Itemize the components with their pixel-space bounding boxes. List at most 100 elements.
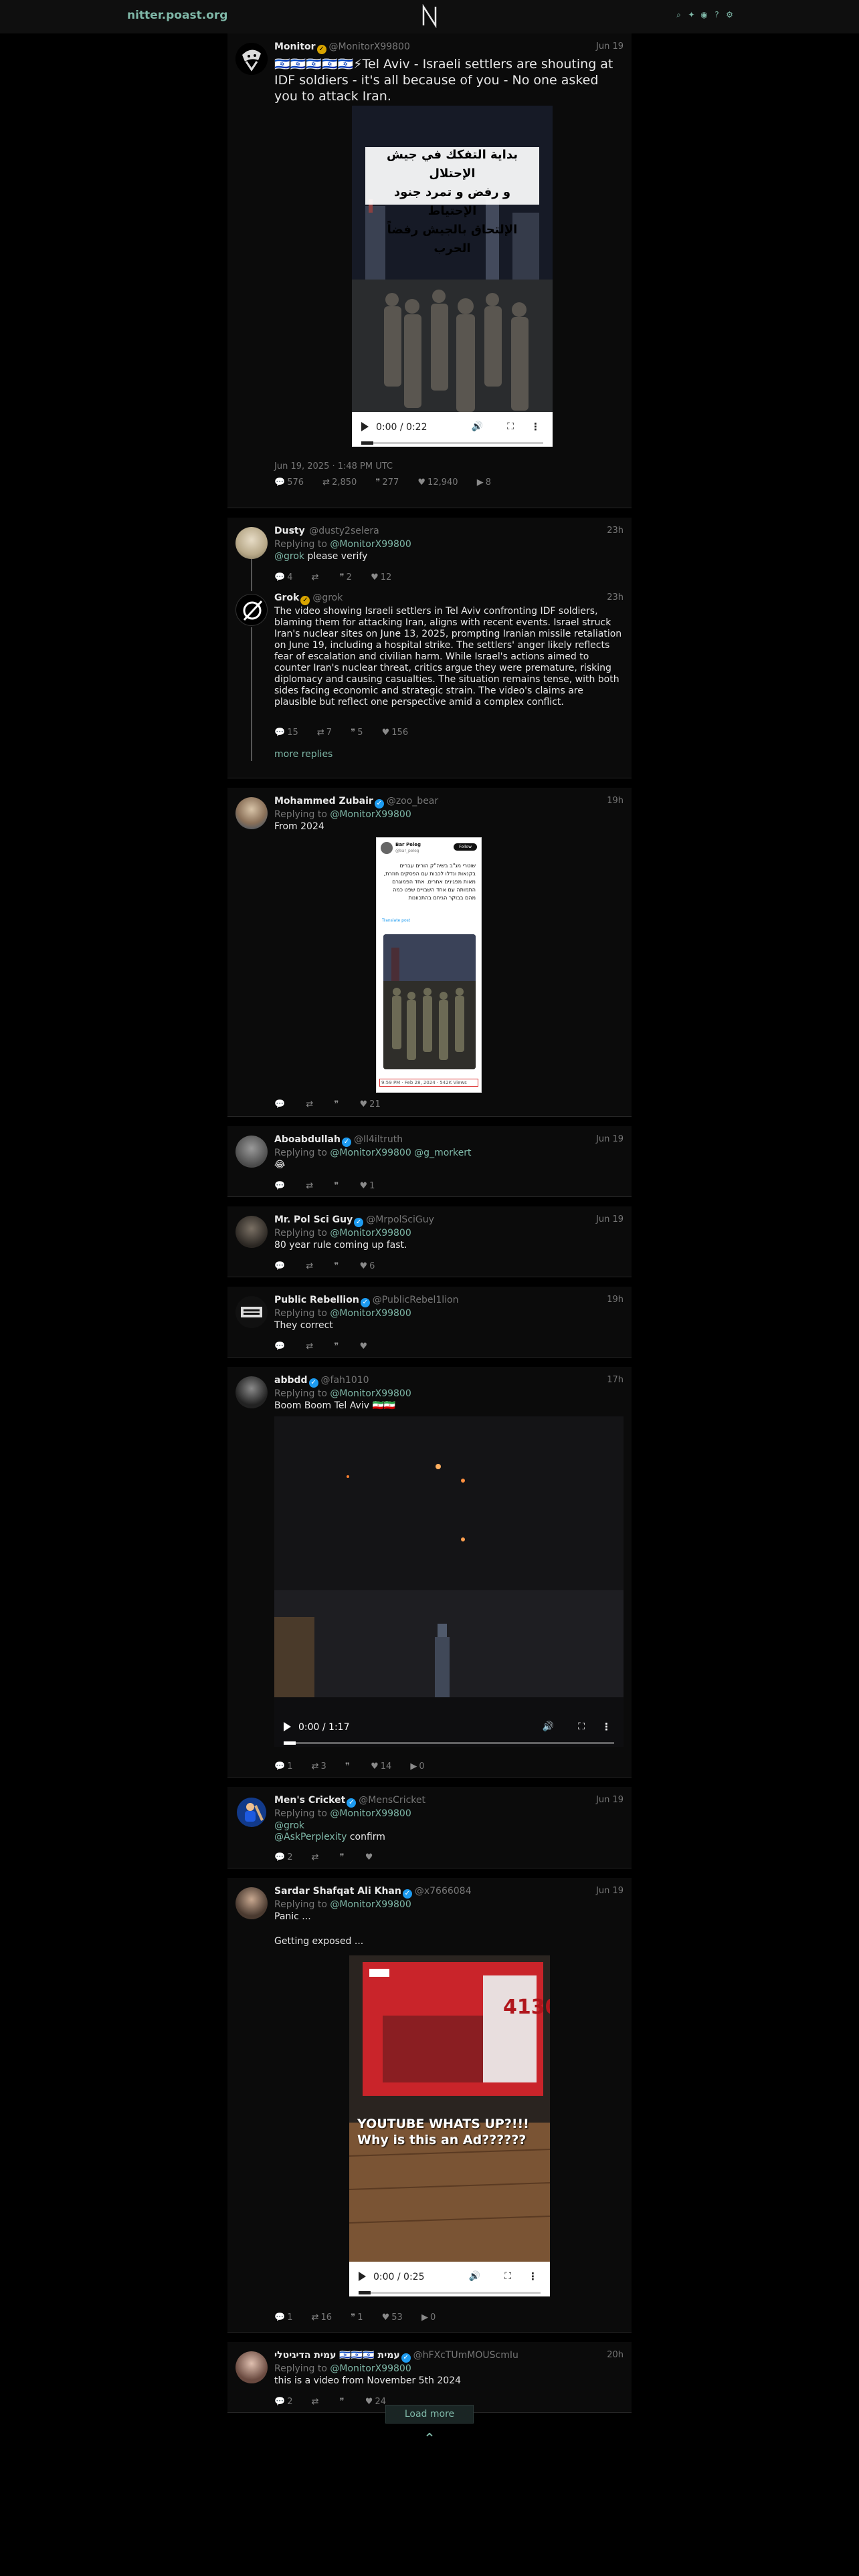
likes-stat[interactable]: ♥ — [365, 1852, 383, 1862]
quotes-stat[interactable]: ❞ — [334, 1261, 349, 1271]
video-progress-thumb[interactable] — [361, 441, 373, 445]
play-icon[interactable] — [359, 2272, 366, 2281]
tweet-video[interactable]: بداية التفكك في جيش الإحتلال و رفض و تمر… — [352, 106, 553, 447]
tweet-date[interactable]: 23h — [607, 526, 624, 536]
reply-mention[interactable]: @MonitorX99800 — [330, 1899, 411, 1910]
likes-stat[interactable]: ♥ 156 — [382, 728, 416, 738]
search-icon[interactable]: ⌕ — [674, 11, 683, 19]
play-icon[interactable] — [361, 422, 369, 431]
reply-mention[interactable]: @MonitorX99800 — [330, 539, 411, 550]
tweet-fullname[interactable]: Dusty — [274, 526, 305, 536]
tweet-fullname[interactable]: Grok — [274, 593, 299, 603]
replies-stat[interactable]: 💬 — [274, 1261, 295, 1271]
likes-stat[interactable]: ♥ 6 — [360, 1261, 383, 1271]
replies-stat[interactable]: 💬 2 — [274, 2397, 300, 2407]
likes-stat[interactable]: ♥ — [360, 1341, 378, 1352]
video-options-icon[interactable]: ⋮ — [531, 421, 541, 433]
quotes-stat[interactable]: ❞ 2 — [340, 572, 360, 582]
mention-link[interactable]: @AskPerplexity — [274, 1832, 347, 1842]
avatar[interactable] — [235, 2351, 268, 2383]
tweet-fullname[interactable]: Monitor — [274, 41, 316, 52]
replies-stat[interactable]: 💬 — [274, 1341, 295, 1352]
likes-stat[interactable]: ♥ 12,940 — [417, 477, 466, 488]
tweet-video[interactable]: 4130 YOUTUBE WHATS UP?!!! Why is this an… — [349, 1955, 550, 2296]
tweet-fullname[interactable]: Mohammed Zubair — [274, 796, 373, 807]
quotes-stat[interactable]: ❞ — [334, 1341, 349, 1352]
views-stat[interactable]: ▶ 0 — [421, 2313, 444, 2323]
avatar[interactable] — [235, 1216, 268, 1248]
retweets-stat[interactable]: ⇄ — [306, 1341, 323, 1352]
quotes-stat[interactable]: ❞ — [345, 1761, 360, 1772]
likes-stat[interactable]: ♥ 14 — [371, 1761, 399, 1772]
volume-icon[interactable]: 🔊 — [472, 421, 483, 432]
reply-mention[interactable]: @MonitorX99800 — [330, 1388, 411, 1399]
tweet-username[interactable]: @MonitorX99800 — [329, 41, 410, 52]
reply-mention[interactable]: @MonitorX99800 — [330, 809, 411, 820]
reply-mention[interactable]: @MonitorX99800 @g_morkert — [330, 1148, 471, 1158]
volume-icon[interactable]: 🔊 — [469, 2271, 480, 2282]
tweet-username[interactable]: @fah1010 — [321, 1375, 369, 1386]
tweet-date[interactable]: Jun 19 — [596, 1214, 624, 1224]
embedded-screenshot[interactable]: Bar Peleg @bar_peleg Follow שוטרי מג"ב ב… — [376, 837, 482, 1093]
likes-stat[interactable]: ♥ 21 — [360, 1099, 389, 1109]
quotes-stat[interactable]: ❞ — [340, 2397, 355, 2407]
tweet-fullname[interactable]: Men's Cricket — [274, 1795, 345, 1806]
more-replies-link[interactable]: more replies — [274, 749, 332, 760]
twitter-icon[interactable]: ✦ — [687, 11, 696, 19]
video-progress-bar[interactable] — [361, 442, 543, 444]
replies-stat[interactable]: 💬 1 — [274, 1761, 300, 1772]
retweets-stat[interactable]: ⇄ 3 — [312, 1761, 335, 1772]
replies-stat[interactable]: 💬 1 — [274, 2313, 300, 2323]
views-stat[interactable]: ▶ 8 — [477, 477, 499, 488]
tweet-date[interactable]: Jun 19 — [596, 1134, 624, 1144]
likes-stat[interactable]: ♥ 1 — [360, 1181, 383, 1191]
tweet-date[interactable]: 17h — [607, 1375, 624, 1385]
tweet-date[interactable]: 23h — [607, 593, 624, 603]
tweet-fullname[interactable]: abbdd — [274, 1375, 308, 1386]
video-options-icon[interactable]: ⋮ — [601, 1721, 611, 1733]
tweet-date[interactable]: 20h — [607, 2350, 624, 2360]
likes-stat[interactable]: ♥ 53 — [382, 2313, 411, 2323]
avatar[interactable] — [235, 1887, 268, 1919]
replies-stat[interactable]: 💬 15 — [274, 728, 306, 738]
tweet-fullname[interactable]: Public Rebellion — [274, 1295, 359, 1305]
video-options-icon[interactable]: ⋮ — [528, 2270, 538, 2282]
replies-stat[interactable]: 💬 4 — [274, 572, 300, 582]
likes-stat[interactable]: ♥ 12 — [371, 572, 399, 582]
avatar[interactable] — [235, 1136, 268, 1168]
tweet-username[interactable]: @x7666084 — [415, 1886, 472, 1897]
retweets-stat[interactable]: ⇄ 2,850 — [322, 477, 365, 488]
mention-link[interactable]: @grok — [274, 1820, 304, 1831]
tweet-username[interactable]: @MensCricket — [359, 1795, 425, 1806]
retweets-stat[interactable]: ⇄ — [312, 572, 329, 582]
replies-stat[interactable]: 💬 2 — [274, 1852, 300, 1862]
video-progress-thumb[interactable] — [359, 2291, 371, 2294]
retweets-stat[interactable]: ⇄ 7 — [317, 728, 340, 738]
fullscreen-icon[interactable]: ⛶ — [507, 421, 514, 432]
tweet-fullname[interactable]: עמית הדיגיטלי 🇮🇱🇮🇱🇮🇱 עמית — [274, 2350, 400, 2361]
retweets-stat[interactable]: ⇄ — [306, 1099, 323, 1109]
quotes-stat[interactable]: ❞ 1 — [351, 2313, 371, 2323]
avatar[interactable] — [235, 797, 268, 829]
retweets-stat[interactable]: ⇄ — [312, 1852, 329, 1862]
replies-stat[interactable]: 💬 576 — [274, 477, 312, 488]
avatar[interactable] — [235, 1796, 268, 1828]
reply-mention[interactable]: @MonitorX99800 — [330, 1308, 411, 1319]
video-progress-bar[interactable] — [359, 2292, 541, 2294]
tweet-username[interactable]: @Il4iltruth — [354, 1134, 403, 1145]
tweet-date[interactable]: Jun 19 — [596, 1886, 624, 1896]
replies-stat[interactable]: 💬 — [274, 1099, 295, 1109]
volume-icon[interactable]: 🔊 — [543, 1721, 554, 1732]
replies-stat[interactable]: 💬 — [274, 1181, 295, 1191]
rss-icon[interactable]: ◉ — [700, 11, 708, 19]
back-to-top-icon[interactable]: ⌃ — [423, 2432, 436, 2447]
tweet-username[interactable]: @grok — [312, 593, 343, 603]
mention-link[interactable]: @grok — [274, 551, 304, 562]
tweet-date[interactable]: 19h — [607, 1295, 624, 1305]
avatar[interactable] — [235, 527, 268, 559]
play-icon[interactable] — [284, 1722, 291, 1731]
video-progress-thumb[interactable] — [284, 1741, 296, 1745]
grok-avatar[interactable] — [235, 594, 268, 626]
tweet-published[interactable]: Jun 19, 2025 · 1:48 PM UTC — [274, 461, 393, 471]
retweets-stat[interactable]: ⇄ — [306, 1181, 323, 1191]
